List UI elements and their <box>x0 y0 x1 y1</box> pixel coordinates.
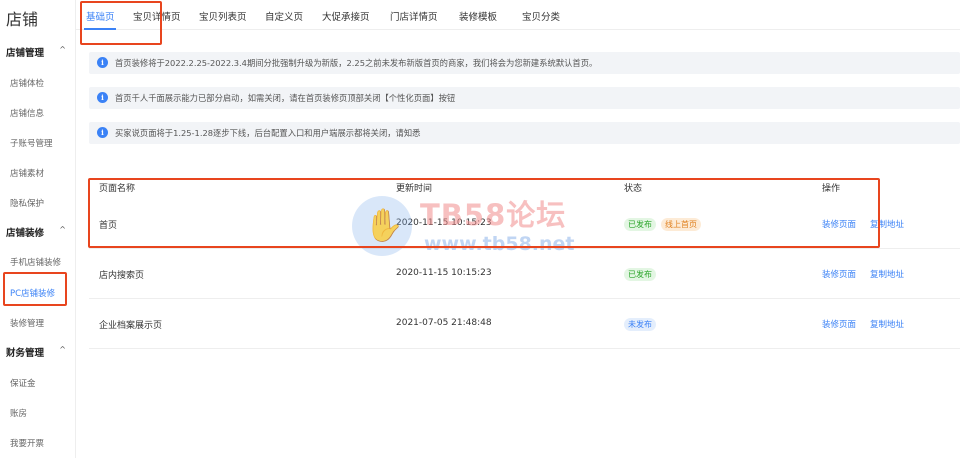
sidebar-item-shop-checkup[interactable]: 店铺体检 <box>10 77 44 89</box>
watermark-url: www.tb58.net <box>424 233 575 255</box>
sidebar-group-shop-decoration[interactable]: 店铺装修 ^ <box>6 225 72 239</box>
column-header-ops: 操作 <box>822 184 841 194</box>
decorate-page-link[interactable]: 装修页面 <box>822 218 856 230</box>
decorate-page-link[interactable]: 装修页面 <box>822 318 856 330</box>
sidebar-title: 店铺 <box>6 10 39 29</box>
sidebar-item-decoration-management[interactable]: 装修管理 <box>10 317 44 329</box>
notice-banner: i 首页千人千面展示能力已部分启动，如需关闭，请在首页装修页顶部关闭【个性化页面… <box>89 87 960 109</box>
chevron-up-icon: ^ <box>59 225 66 234</box>
notice-text: 首页千人千面展示能力已部分启动，如需关闭，请在首页装修页顶部关闭【个性化页面】按… <box>115 93 456 103</box>
tab-custom-page[interactable]: 自定义页 <box>265 9 303 23</box>
online-homepage-badge: 线上首页 <box>661 218 701 231</box>
decorate-page-link[interactable]: 装修页面 <box>822 268 856 280</box>
info-icon: i <box>97 92 108 103</box>
copy-address-link[interactable]: 复制地址 <box>870 318 904 330</box>
sidebar-group-label: 财务管理 <box>6 348 45 359</box>
copy-address-link[interactable]: 复制地址 <box>870 268 904 280</box>
chevron-up-icon: ^ <box>59 45 66 54</box>
sidebar-item-sub-accounts[interactable]: 子账号管理 <box>10 137 53 149</box>
copy-address-link[interactable]: 复制地址 <box>870 218 904 230</box>
sidebar-group-shop-management[interactable]: 店铺管理 ^ <box>6 45 72 59</box>
page-name: 首页 <box>99 221 118 231</box>
tab-item-detail[interactable]: 宝贝详情页 <box>133 9 181 23</box>
notice-text: 首页装修将于2022.2.25-2022.3.4期间分批强制升级为新版，2.25… <box>115 58 598 68</box>
sidebar: 店铺 店铺管理 ^ 店铺体检 店铺信息 子账号管理 店铺素材 隐私保护 店铺装修… <box>0 0 76 458</box>
info-icon: i <box>97 57 108 68</box>
column-header-name: 页面名称 <box>99 184 136 194</box>
sidebar-item-deposit[interactable]: 保证金 <box>10 377 36 389</box>
tab-basic-page[interactable]: 基础页 <box>86 9 115 23</box>
sidebar-item-shop-assets[interactable]: 店铺素材 <box>10 167 44 179</box>
hand-icon: ✋ <box>364 206 404 244</box>
tab-store-detail[interactable]: 门店详情页 <box>390 9 438 23</box>
status-badge: 已发布 <box>624 218 656 231</box>
tab-promotion-page[interactable]: 大促承接页 <box>322 9 370 23</box>
column-header-status: 状态 <box>624 184 643 194</box>
tab-item-category[interactable]: 宝贝分类 <box>522 9 560 23</box>
chevron-up-icon: ^ <box>59 345 66 354</box>
notice-banner: i 买家说页面将于1.25-1.28逐步下线，后台配置入口和用户端展示都将关闭，… <box>89 122 960 144</box>
update-time: 2021-07-05 21:48:48 <box>396 318 492 328</box>
page-name: 店内搜索页 <box>99 271 145 281</box>
sidebar-item-pc-decoration[interactable]: PC店铺装修 <box>10 287 55 299</box>
status-badge: 已发布 <box>624 268 656 281</box>
watermark-text: TB58论坛 <box>420 198 567 232</box>
sidebar-item-invoice[interactable]: 我要开票 <box>10 437 44 449</box>
status-badge: 未发布 <box>624 318 656 331</box>
sidebar-group-label: 店铺装修 <box>6 228 45 239</box>
sidebar-item-shop-info[interactable]: 店铺信息 <box>10 107 44 119</box>
sidebar-group-label: 店铺管理 <box>6 48 45 59</box>
sidebar-item-mobile-decoration[interactable]: 手机店铺装修 <box>10 256 61 268</box>
page-name: 企业档案展示页 <box>99 321 163 331</box>
update-time: 2020-11-15 10:15:23 <box>396 268 492 278</box>
tab-item-list[interactable]: 宝贝列表页 <box>199 9 247 23</box>
sidebar-group-finance[interactable]: 财务管理 ^ <box>6 345 72 359</box>
notice-text: 买家说页面将于1.25-1.28逐步下线，后台配置入口和用户端展示都将关闭，请知… <box>115 128 421 138</box>
sidebar-item-privacy[interactable]: 隐私保护 <box>10 197 44 209</box>
tab-templates[interactable]: 装修模板 <box>459 9 497 23</box>
info-icon: i <box>97 127 108 138</box>
sidebar-item-accounts[interactable]: 账房 <box>10 407 27 419</box>
active-tab-indicator <box>84 28 116 30</box>
notice-banner: i 首页装修将于2022.2.25-2022.3.4期间分批强制升级为新版，2.… <box>89 52 960 74</box>
